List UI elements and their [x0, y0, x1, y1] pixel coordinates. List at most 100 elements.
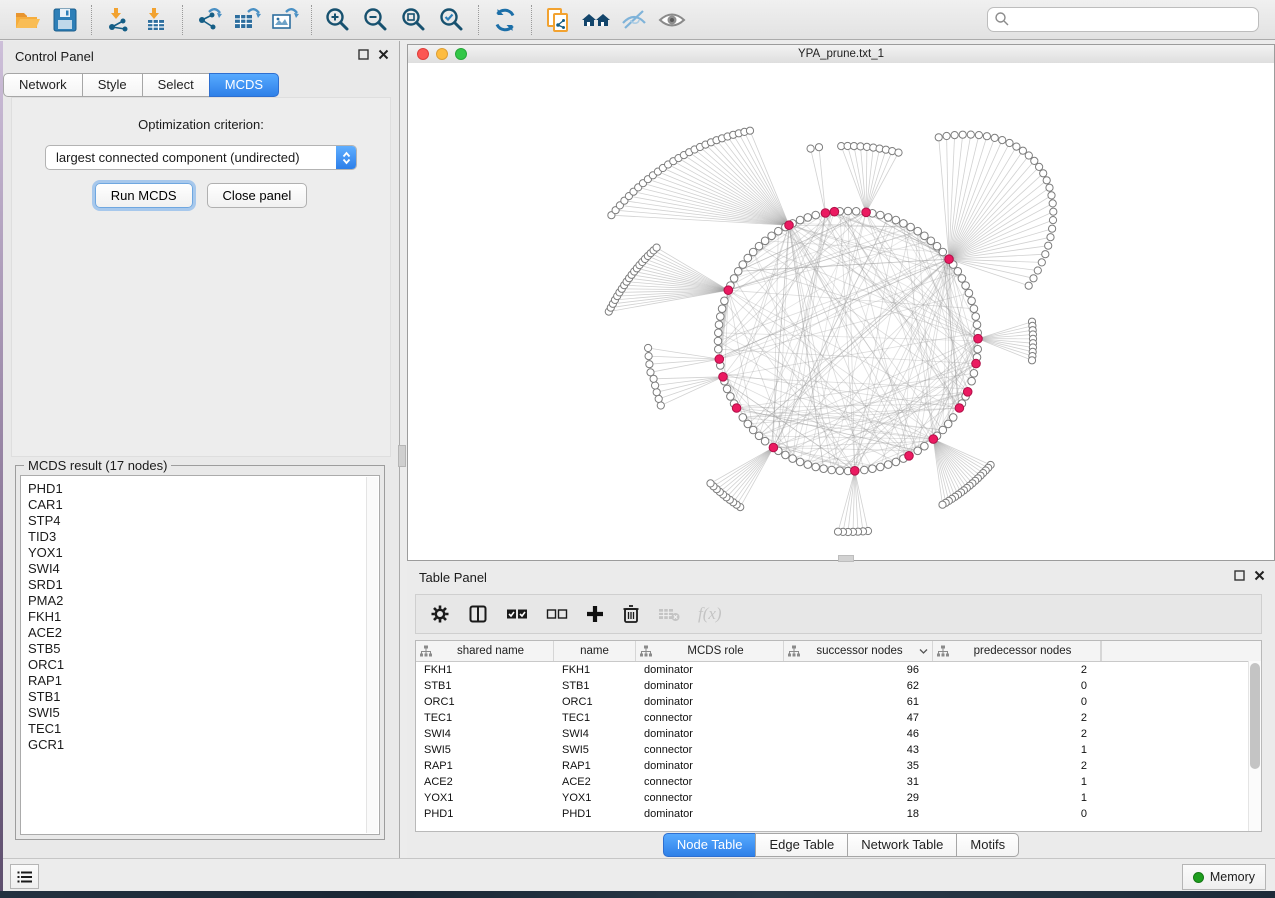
cell-name[interactable]: TEC1	[554, 710, 636, 726]
cell-name[interactable]: STB1	[554, 678, 636, 694]
memory-button[interactable]: Memory	[1182, 864, 1266, 890]
cell-successor-nodes[interactable]: 35	[784, 758, 933, 774]
tab-network[interactable]: Network	[3, 73, 83, 97]
cell-name[interactable]: FKH1	[554, 662, 636, 678]
network-graph[interactable]	[408, 63, 1274, 560]
hide-selected-button[interactable]	[615, 4, 653, 36]
cell-name[interactable]: YOX1	[554, 790, 636, 806]
table-scrollbar-thumb[interactable]	[1250, 663, 1260, 769]
table-row-YOX1[interactable]: YOX1YOX1connector291	[416, 790, 1261, 806]
optimization-criterion-select[interactable]: largest connected component (undirected)	[45, 145, 357, 170]
table-row-STB1[interactable]: STB1STB1dominator620	[416, 678, 1261, 694]
cell-predecessor-nodes[interactable]: 2	[933, 758, 1101, 774]
cell-shared-name[interactable]: SWI4	[416, 726, 554, 742]
table-row-ORC1[interactable]: ORC1ORC1dominator610	[416, 694, 1261, 710]
cell-shared-name[interactable]: PHD1	[416, 806, 554, 822]
network-window-titlebar[interactable]: YPA_prune.txt_1	[408, 45, 1274, 64]
cell-predecessor-nodes[interactable]: 0	[933, 678, 1101, 694]
cell-predecessor-nodes[interactable]: 2	[933, 710, 1101, 726]
close-panel-icon[interactable]	[1254, 570, 1265, 581]
tab-style[interactable]: Style	[82, 73, 143, 97]
cell-predecessor-nodes[interactable]: 2	[933, 662, 1101, 678]
cell-name[interactable]: PHD1	[554, 806, 636, 822]
cell-successor-nodes[interactable]: 62	[784, 678, 933, 694]
table-tab-node-table[interactable]: Node Table	[663, 833, 757, 857]
table-tab-motifs[interactable]: Motifs	[956, 833, 1019, 857]
show-all-button[interactable]	[653, 4, 691, 36]
apply-layout-button[interactable]	[486, 4, 524, 36]
table-tab-network-table[interactable]: Network Table	[847, 833, 957, 857]
deselect-all-columns-button[interactable]	[546, 607, 568, 621]
table-settings-button[interactable]	[430, 604, 450, 624]
column-header-successor-nodes[interactable]: successor nodes	[784, 641, 933, 661]
zoom-fit-button[interactable]	[395, 4, 433, 36]
cell-successor-nodes[interactable]: 96	[784, 662, 933, 678]
first-neighbors-button[interactable]	[577, 4, 615, 36]
cell-shared-name[interactable]: RAP1	[416, 758, 554, 774]
cell-MCDS-role[interactable]: connector	[636, 742, 784, 758]
cell-shared-name[interactable]: ORC1	[416, 694, 554, 710]
float-panel-icon[interactable]	[358, 49, 369, 60]
open-session-button[interactable]	[8, 4, 46, 36]
cell-MCDS-role[interactable]: dominator	[636, 726, 784, 742]
cell-successor-nodes[interactable]: 18	[784, 806, 933, 822]
cell-name[interactable]: ORC1	[554, 694, 636, 710]
zoom-out-button[interactable]	[357, 4, 395, 36]
close-panel-icon[interactable]	[378, 49, 389, 60]
export-network-button[interactable]	[190, 4, 228, 36]
cell-MCDS-role[interactable]: connector	[636, 710, 784, 726]
minimize-window-icon[interactable]	[436, 48, 448, 60]
table-tab-edge-table[interactable]: Edge Table	[755, 833, 848, 857]
cell-MCDS-role[interactable]: dominator	[636, 758, 784, 774]
table-row-SWI4[interactable]: SWI4SWI4dominator462	[416, 726, 1261, 742]
maximize-window-icon[interactable]	[455, 48, 467, 60]
zoom-selected-button[interactable]	[433, 4, 471, 36]
cell-predecessor-nodes[interactable]: 0	[933, 806, 1101, 822]
delete-column-button[interactable]	[622, 604, 640, 624]
cell-predecessor-nodes[interactable]: 1	[933, 742, 1101, 758]
tab-mcds[interactable]: MCDS	[209, 73, 279, 97]
cell-successor-nodes[interactable]: 29	[784, 790, 933, 806]
import-table-button[interactable]	[137, 4, 175, 36]
cell-name[interactable]: ACE2	[554, 774, 636, 790]
tab-select[interactable]: Select	[142, 73, 210, 97]
cell-successor-nodes[interactable]: 61	[784, 694, 933, 710]
horizontal-splitter-grip[interactable]	[838, 555, 854, 562]
show-panels-button[interactable]	[10, 864, 39, 889]
cell-name[interactable]: RAP1	[554, 758, 636, 774]
show-columns-button[interactable]	[468, 604, 488, 624]
cell-shared-name[interactable]: FKH1	[416, 662, 554, 678]
float-panel-icon[interactable]	[1234, 570, 1245, 581]
search-input[interactable]	[987, 7, 1259, 32]
cell-shared-name[interactable]: STB1	[416, 678, 554, 694]
cell-successor-nodes[interactable]: 46	[784, 726, 933, 742]
result-list-scrollbar[interactable]	[366, 477, 378, 833]
cell-predecessor-nodes[interactable]: 2	[933, 726, 1101, 742]
export-table-button[interactable]	[228, 4, 266, 36]
table-row-FKH1[interactable]: FKH1FKH1dominator962	[416, 662, 1261, 678]
select-all-columns-button[interactable]	[506, 607, 528, 621]
export-image-button[interactable]	[266, 4, 304, 36]
table-row-RAP1[interactable]: RAP1RAP1dominator352	[416, 758, 1261, 774]
cell-shared-name[interactable]: YOX1	[416, 790, 554, 806]
table-row-SWI5[interactable]: SWI5SWI5connector431	[416, 742, 1261, 758]
cell-shared-name[interactable]: TEC1	[416, 710, 554, 726]
cell-shared-name[interactable]: SWI5	[416, 742, 554, 758]
cell-predecessor-nodes[interactable]: 1	[933, 790, 1101, 806]
column-header-shared-name[interactable]: shared name	[416, 641, 554, 661]
cell-name[interactable]: SWI4	[554, 726, 636, 742]
table-row-PHD1[interactable]: PHD1PHD1dominator180	[416, 806, 1261, 822]
cell-predecessor-nodes[interactable]: 1	[933, 774, 1101, 790]
cell-MCDS-role[interactable]: dominator	[636, 694, 784, 710]
close-panel-button[interactable]: Close panel	[207, 183, 308, 208]
zoom-in-button[interactable]	[319, 4, 357, 36]
cell-name[interactable]: SWI5	[554, 742, 636, 758]
run-mcds-button[interactable]: Run MCDS	[95, 183, 193, 208]
table-row-TEC1[interactable]: TEC1TEC1connector472	[416, 710, 1261, 726]
column-header-predecessor-nodes[interactable]: predecessor nodes	[933, 641, 1101, 661]
import-network-button[interactable]	[99, 4, 137, 36]
cell-MCDS-role[interactable]: dominator	[636, 678, 784, 694]
cell-successor-nodes[interactable]: 43	[784, 742, 933, 758]
column-header-MCDS-role[interactable]: MCDS role	[636, 641, 784, 661]
cell-MCDS-role[interactable]: connector	[636, 774, 784, 790]
